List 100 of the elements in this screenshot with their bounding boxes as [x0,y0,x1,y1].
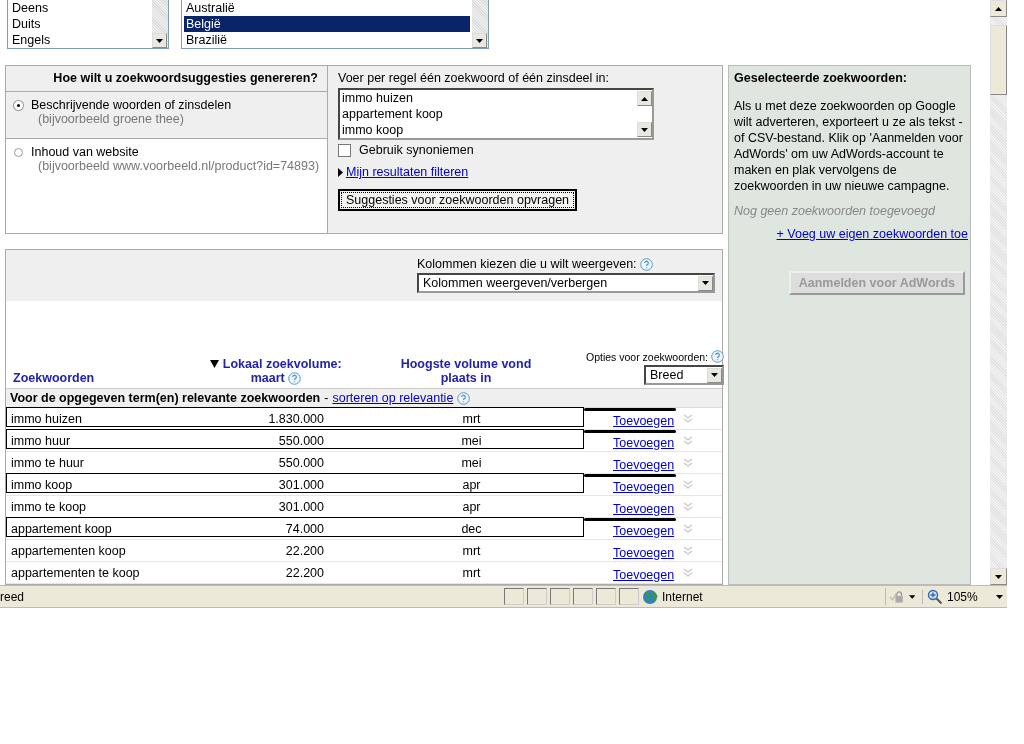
keyword-cell-text: immo koop [10,477,74,492]
keyword-cell-text: immo huur [10,433,72,448]
column-header[interactable]: Hoogste volume vond plaats in [391,357,541,385]
option-label: Beschrijvende woorden of zinsdelen [31,98,232,112]
panel-title: Geselecteerde zoekwoorden: [734,71,908,85]
protected-mode-button[interactable] [886,589,923,604]
down-arrow-icon [156,38,163,43]
language-option[interactable]: Duits [10,16,150,32]
volume-cell-text: 22.200 [284,565,324,580]
keyword-line: appartement koop [342,106,444,122]
add-link[interactable]: Toevoegen [613,523,675,538]
double-chevron-icon[interactable] [683,545,693,556]
dropdown-arrow-icon [908,594,915,599]
add-keywords-link[interactable]: + Voeg uw eigen zoekwoorden toe [776,227,968,241]
panel-description: Als u met deze zoekwoorden op Google wilt adverteren, exporteert u ze als tekst - of CSV-bestand. Klik op 'Aanmelden voor AdWords' om uw AdWords-account te maken en plak vervolgens de zoekwoorden in uw nieuwe campagne. [734,98,964,194]
scroll-thumb[interactable] [990,25,1007,95]
add-link[interactable]: Toevoegen [613,457,675,472]
language-listbox[interactable]: Deens Duits Engels [7,0,169,49]
keyword-cell-text: appartement koop [10,521,113,536]
country-option[interactable]: Australië [184,0,470,16]
scrollbar[interactable] [990,0,1007,585]
dropdown-arrow-icon [996,594,1003,599]
down-arrow-icon [641,127,648,132]
filter-link[interactable]: Mijn resultaten filteren [346,165,469,179]
scroll-down-button[interactable] [152,33,167,48]
panel-title: Hoe wilt u zoekwoordsuggesties genereren? [6,66,327,92]
radio-button[interactable] [14,147,23,157]
scroll-down-button[interactable] [472,33,487,48]
country-option[interactable]: België [184,16,470,32]
double-chevron-icon[interactable] [683,501,693,512]
keyword-line: immo huizen [342,90,414,106]
sort-link[interactable]: sorteren op relevantie [332,391,454,405]
help-icon[interactable] [288,372,302,385]
double-chevron-icon[interactable] [683,413,693,424]
scroll-down-button[interactable] [637,122,652,137]
language-option[interactable]: Deens [10,0,150,16]
expand-triangle-icon[interactable] [338,167,343,177]
month-cell-text: mrt [461,411,482,426]
zone-text: Internet [662,589,703,604]
month-cell-text: mrt [461,565,482,580]
volume-cell-text: 301.000 [277,499,324,514]
double-chevron-icon[interactable] [683,567,693,578]
volume-cell-text: 1.830.000 [267,411,324,426]
down-arrow-icon [476,38,483,43]
double-chevron-icon[interactable] [683,435,693,446]
volume-cell-text: 22.200 [284,543,324,558]
empty-note: Nog geen zoekwoorden toegevoegd [734,204,937,218]
sort-arrow-icon [210,359,220,368]
match-type-dropdown[interactable]: Breed [644,365,724,385]
language-option[interactable]: Engels [10,32,150,48]
country-option[interactable]: Brazilië [184,32,470,48]
up-arrow-icon [641,96,648,101]
globe-icon [642,588,658,605]
status-pane [550,588,570,605]
add-link[interactable]: Toevoegen [613,413,675,428]
help-icon[interactable] [639,257,653,271]
add-link[interactable]: Toevoegen [613,479,675,494]
column-header[interactable]: Lokaal zoekvolume: maart [208,356,344,385]
month-cell-text: mei [460,455,483,470]
double-chevron-icon[interactable] [683,457,693,468]
lock-icon [889,589,906,604]
status-pane [504,588,524,605]
scroll-down-button[interactable] [990,568,1007,585]
option-hint: (bijvoorbeeld www.voorbeeld.nl/product?id=74893) [37,159,321,173]
keyword-cell-text: appartementen te koop [10,565,141,580]
column-header[interactable]: Zoekwoorden [6,371,95,385]
zoom-button[interactable]: 105% [923,588,1007,605]
double-chevron-icon[interactable] [683,523,693,534]
add-link[interactable]: Toevoegen [613,567,675,582]
keyword-cell-text: appartementen koop [10,543,127,558]
checkbox[interactable] [338,143,351,157]
scroll-up-button[interactable] [637,91,652,106]
keywords-textarea[interactable]: immo huizen appartement koop immo koop [338,88,654,140]
separator-dash: - [324,391,329,405]
scroll-up-button[interactable] [990,0,1007,17]
status-pane [619,588,639,605]
add-link[interactable]: Toevoegen [613,435,675,450]
checkbox-label: Gebruik synoniemen [359,143,474,157]
zoom-icon [927,588,943,605]
add-link[interactable]: Toevoegen [613,545,675,560]
status-pane [573,588,593,605]
help-icon[interactable] [711,350,724,363]
month-cell-text: apr [461,499,482,514]
country-listbox[interactable]: Australië België Brazilië [181,0,489,49]
columns-dropdown[interactable]: Kolommen weergeven/verbergen [417,273,715,293]
keyword-cell-text: immo te huur [10,455,85,470]
suggestions-button[interactable]: Suggesties voor zoekwoorden opvragen [338,189,578,211]
volume-cell-text: 550.000 [277,433,324,448]
double-chevron-icon[interactable] [683,479,693,490]
columns-label: Kolommen kiezen die u wilt weergeven: [417,257,637,271]
month-cell-text: mrt [461,543,482,558]
help-icon[interactable] [457,391,471,405]
add-link[interactable]: Toevoegen [613,501,675,516]
month-cell-text: apr [461,477,482,492]
month-cell-text: mei [460,433,483,448]
option-hint: (bijvoorbeeld groene thee) [37,112,185,126]
status-pane [527,588,547,605]
keyword-cell-text: immo te koop [10,499,88,514]
keyword-line: immo koop [342,122,405,138]
options-label: Opties voor zoekwoorden: [586,350,708,363]
